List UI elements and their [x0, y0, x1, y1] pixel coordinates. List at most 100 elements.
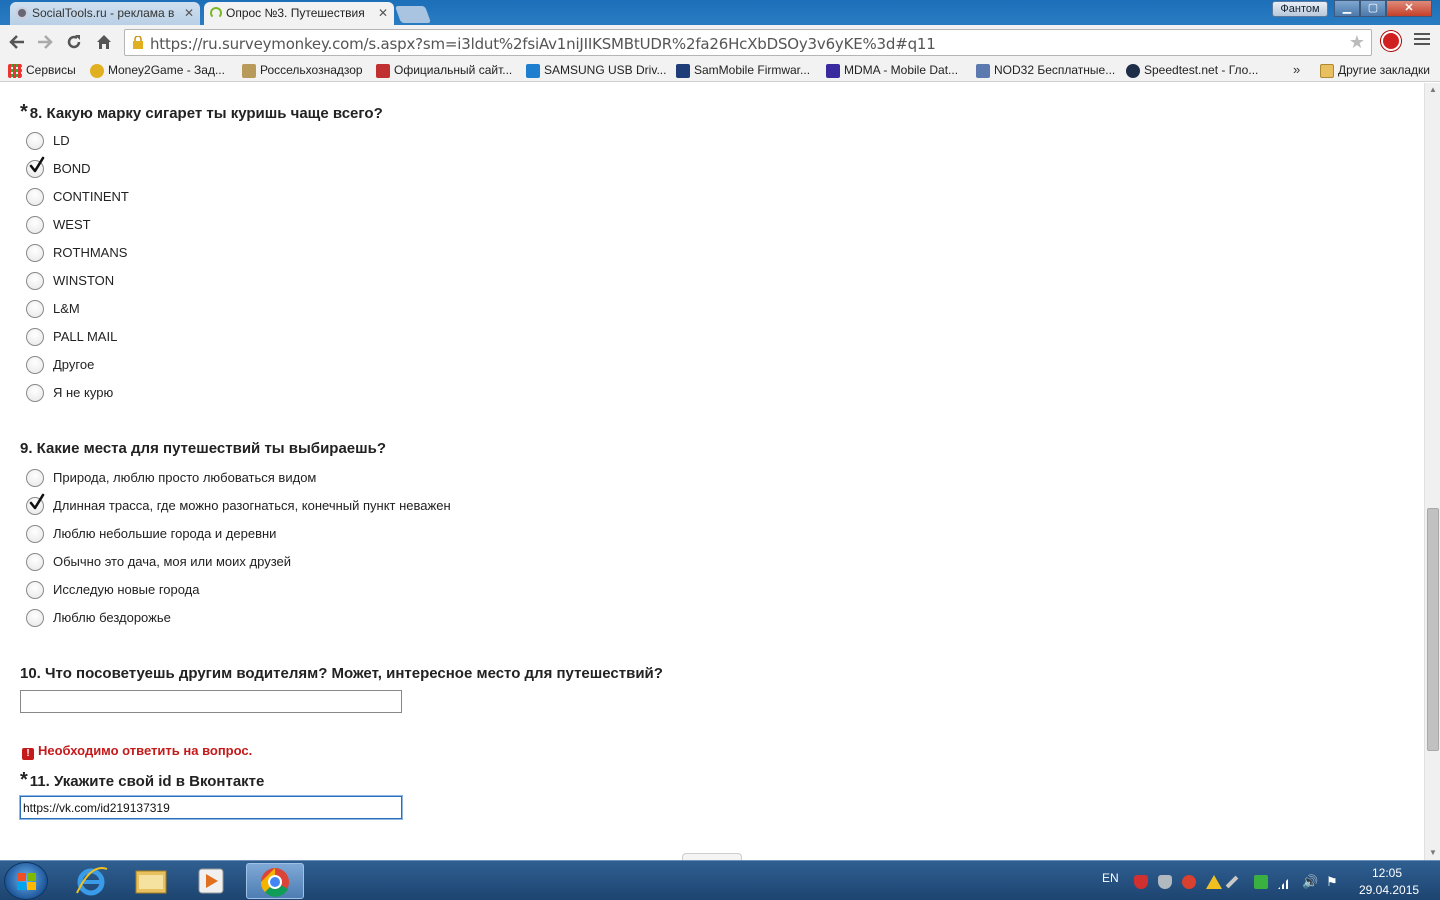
emblem-icon [242, 64, 256, 78]
question-8-title: * 8. Какую марку сигарет ты куришь чаще в… [20, 101, 383, 123]
warning-icon[interactable] [1206, 875, 1222, 889]
signal-strength-icon[interactable] [1278, 875, 1292, 889]
radio-button[interactable] [26, 132, 44, 150]
question-10-title: 10. Что посоветуешь другим водителям? Мо… [20, 665, 663, 682]
forward-button[interactable] [33, 31, 57, 53]
option-label: LD [53, 133, 70, 148]
bookmark-apps[interactable]: Сервисы [8, 63, 76, 78]
minimize-button[interactable]: ▁ [1334, 0, 1360, 17]
option-label: WEST [53, 217, 91, 232]
radio-button[interactable] [26, 581, 44, 599]
maximize-button[interactable]: ▢ [1360, 0, 1386, 17]
page-content: * 8. Какую марку сигарет ты куришь чаще в… [0, 83, 1424, 860]
bookmarks-overflow-chevron-icon[interactable]: » [1293, 62, 1300, 77]
radio-button[interactable] [26, 356, 44, 374]
reload-button[interactable] [62, 31, 86, 53]
clock-date[interactable]: 29.04.2015 [1359, 883, 1419, 897]
updates-icon[interactable] [1254, 875, 1268, 889]
required-marker: * [20, 101, 28, 123]
surveymonkey-favicon-icon [210, 7, 222, 19]
bookmark-money2game[interactable]: Money2Game - Зад... [90, 63, 225, 78]
media-player-icon [198, 868, 224, 894]
windows-taskbar: EN 🔊 ⚑ 12:05 29.04.2015 [0, 860, 1440, 900]
option-label: PALL MAIL [53, 329, 118, 344]
option-label: Длинная трасса, где можно разогнаться, к… [53, 498, 451, 513]
address-bar[interactable]: https://ru.surveymonkey.com/s.aspx?sm=i3… [124, 29, 1372, 56]
bookmarks-bar: Сервисы Money2Game - Зад... Россельхозна… [0, 60, 1440, 82]
bookmark-nod32[interactable]: NOD32 Бесплатные... [976, 63, 1115, 78]
radio-button[interactable] [26, 384, 44, 402]
radio-button[interactable] [26, 188, 44, 206]
page-scrollbar[interactable]: ▲ ▼ [1424, 83, 1440, 860]
radio-button[interactable] [26, 525, 44, 543]
nod32-b-icon [976, 64, 990, 78]
option-label: Люблю бездорожье [53, 610, 171, 625]
other-bookmarks[interactable]: Другие закладки [1320, 63, 1430, 78]
new-tab-button[interactable] [394, 6, 432, 23]
radio-button[interactable] [26, 609, 44, 627]
radio-button[interactable] [26, 328, 44, 346]
tab-close-icon[interactable]: ✕ [378, 2, 388, 24]
question-9-title: 9. Какие места для путешествий ты выбира… [20, 440, 387, 457]
bookmark-rosselkhoznadzor[interactable]: Россельхознадзор [242, 63, 363, 78]
checkmark-icon [29, 493, 45, 510]
option-label: Другое [53, 357, 95, 372]
question-10-answer-input[interactable] [20, 690, 402, 713]
option-label: ROTHMANS [53, 245, 128, 260]
arrow-right-icon [38, 35, 53, 49]
bookmark-official-site[interactable]: Официальный сайт... [376, 63, 512, 78]
option-label: Люблю небольшие города и деревни [53, 526, 277, 541]
back-button[interactable] [5, 31, 29, 53]
socialtools-favicon-icon [16, 7, 28, 19]
action-center-flag-icon[interactable]: ⚑ [1326, 875, 1340, 889]
tools-icon[interactable] [1225, 875, 1239, 889]
taskbar-media-player[interactable] [182, 863, 240, 899]
required-error-message: ! Необходимо ответить на вопрос. [22, 743, 252, 760]
volume-icon[interactable]: 🔊 [1302, 875, 1318, 889]
tab-title: SocialTools.ru - реклама в [32, 6, 175, 20]
start-button[interactable] [4, 862, 48, 900]
radio-button[interactable] [26, 469, 44, 487]
security-shield-icon[interactable] [1158, 875, 1172, 889]
speedtest-icon [1126, 64, 1140, 78]
scroll-up-arrow-icon[interactable]: ▲ [1425, 83, 1440, 97]
bookmark-speedtest[interactable]: Speedtest.net - Гло... [1126, 63, 1258, 78]
taskbar-chrome[interactable] [246, 863, 304, 899]
language-indicator[interactable]: EN [1102, 871, 1119, 885]
radio-button[interactable] [26, 216, 44, 234]
chrome-menu-icon[interactable] [1414, 33, 1430, 47]
feedback-tab-stub[interactable] [682, 853, 742, 860]
tab-socialtools[interactable]: SocialTools.ru - реклама в ✕ [10, 2, 200, 25]
network-globe-icon[interactable] [1182, 875, 1196, 889]
bookmark-mdma[interactable]: MDMA - Mobile Dat... [826, 63, 958, 78]
profile-button[interactable]: Фантом [1272, 1, 1328, 17]
tab-survey[interactable]: Опрос №3. Путешествия ✕ [204, 2, 394, 25]
taskbar-file-explorer[interactable] [122, 863, 180, 899]
scrollbar-thumb[interactable] [1427, 508, 1439, 751]
tab-close-icon[interactable]: ✕ [184, 2, 194, 24]
question-11-answer-input[interactable] [20, 796, 402, 819]
url-text: https://ru.surveymonkey.com/s.aspx?sm=i3… [150, 35, 936, 53]
radio-button[interactable] [26, 300, 44, 318]
required-marker: * [20, 769, 28, 791]
reload-icon [67, 35, 81, 49]
clock-time[interactable]: 12:05 [1372, 866, 1402, 880]
home-button[interactable] [92, 31, 116, 53]
windows-logo-icon [17, 873, 36, 890]
chrome-icon [260, 868, 289, 897]
antivirus-shield-icon[interactable] [1134, 875, 1148, 889]
close-window-button[interactable]: ✕ [1386, 0, 1432, 17]
bookmark-samsung-usb[interactable]: SAMSUNG USB Driv... [526, 63, 666, 78]
sammobile-icon [676, 64, 690, 78]
option-label: BOND [53, 161, 91, 176]
checkmark-icon [29, 156, 45, 173]
radio-button[interactable] [26, 272, 44, 290]
error-icon: ! [22, 748, 34, 760]
bookmark-sammobile[interactable]: SamMobile Firmwar... [676, 63, 810, 78]
radio-button[interactable] [26, 553, 44, 571]
scroll-down-arrow-icon[interactable]: ▼ [1425, 846, 1440, 860]
radio-button[interactable] [26, 244, 44, 262]
bookmark-star-icon[interactable]: ★ [1349, 32, 1365, 53]
taskbar-internet-explorer[interactable] [62, 863, 120, 899]
adblock-extension-icon[interactable] [1381, 31, 1401, 51]
